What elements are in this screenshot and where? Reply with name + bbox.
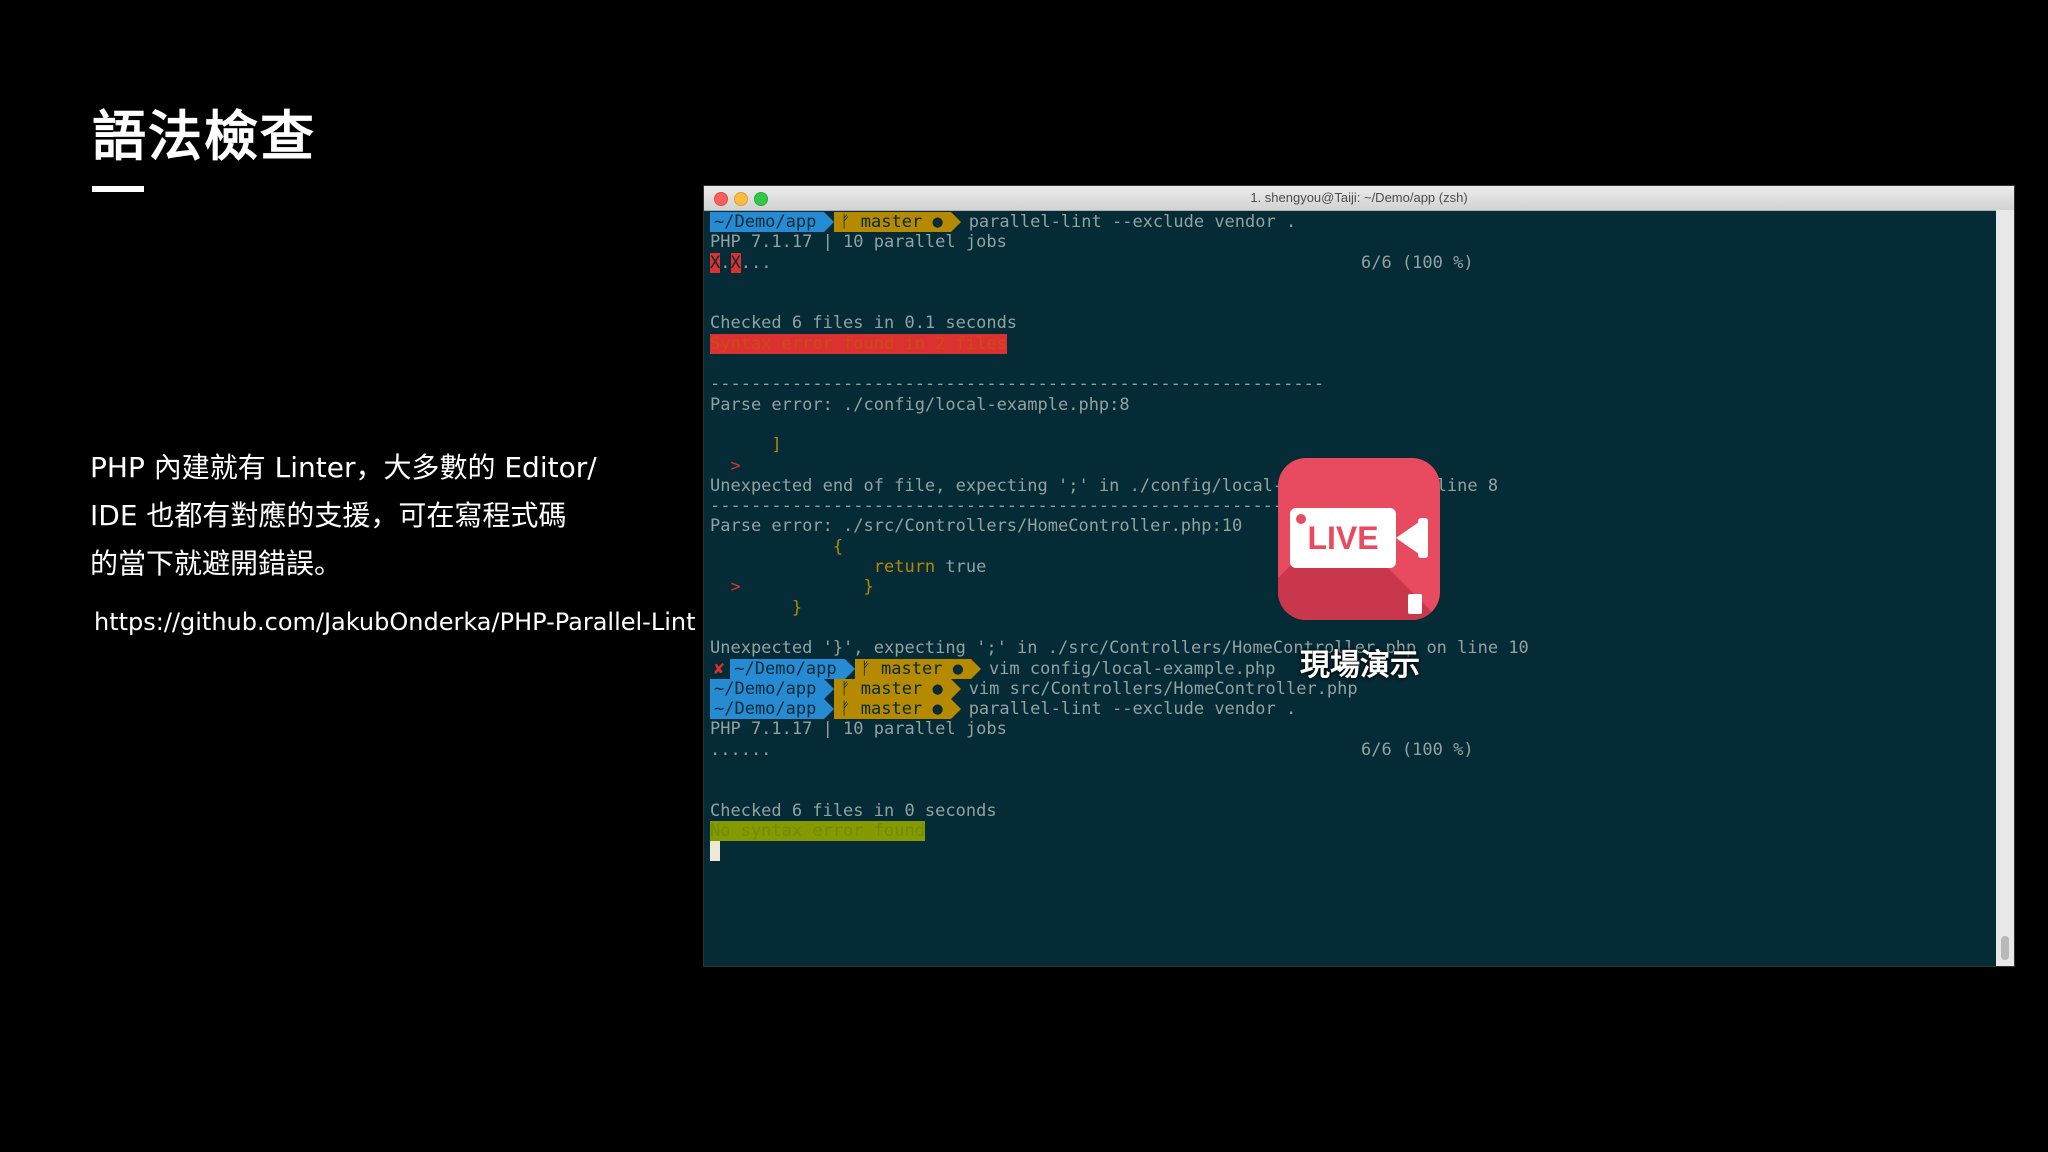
prompt-path: ~/Demo/app — [710, 212, 825, 232]
terminal-line: ----------------------------------------… — [710, 374, 1325, 395]
terminal-line: ...... 6/6 (100 %) — [710, 740, 1994, 760]
prompt-path: ~/Demo/app — [710, 678, 825, 699]
progress-count: 6/6 (100 %) — [1361, 252, 1474, 273]
code-keyword: return — [710, 557, 936, 578]
prompt-path: ~/Demo/app — [710, 699, 825, 720]
terminal-line: X.X... 6/6 (100 %) — [710, 252, 1994, 273]
camera-body-icon — [1418, 518, 1428, 558]
code-value: true — [935, 557, 987, 578]
lint-ok-mark: . — [720, 252, 731, 273]
command-text: vim config/local-example.php — [988, 658, 1276, 679]
prompt-git: ᚠ master ● — [834, 699, 951, 720]
live-caption: 現場演示 — [1300, 648, 1420, 683]
body-line: PHP 內建就有 Linter，大多數的 Editor/ — [90, 451, 597, 484]
live-badge: LIVE — [1290, 508, 1396, 568]
slide-body: PHP 內建就有 Linter，大多數的 Editor/ IDE 也都有對應的支… — [90, 444, 650, 588]
terminal-line[interactable] — [710, 841, 1994, 862]
prompt-git: ᚠ master ● — [834, 678, 951, 699]
terminal-line: Checked 6 files in 0 seconds — [710, 800, 997, 821]
body-line: IDE 也都有對應的支援，可在寫程式碼 — [90, 499, 567, 532]
progress-count: 6/6 (100 %) — [1361, 739, 1474, 760]
terminal-line: Syntax error found in 2 files — [710, 333, 1994, 354]
error-marker: > — [710, 577, 741, 598]
body-line: 的當下就避開錯誤。 — [90, 547, 343, 580]
github-link[interactable]: https://github.com/JakubOnderka/PHP-Para… — [94, 608, 696, 636]
prompt-git: ᚠ master ● — [834, 212, 951, 232]
terminal-scrollbar[interactable] — [1996, 210, 2014, 966]
lint-ok-marks: ... — [740, 252, 772, 273]
scrollbar-thumb[interactable] — [2001, 936, 2009, 960]
command-text: parallel-lint --exclude vendor . — [968, 212, 1297, 232]
terminal-line: Parse error: ./config/local-example.php:… — [710, 394, 1130, 415]
live-badge-text: LIVE — [1307, 520, 1379, 556]
terminal-line: ] — [710, 435, 782, 456]
prompt-path: ~/Demo/app — [730, 658, 845, 679]
live-stream-icon: LIVE — [1278, 458, 1440, 620]
usb-icon — [1408, 594, 1422, 614]
lint-error-mark: X — [730, 252, 741, 273]
title-underline — [92, 186, 144, 192]
failed-command-icon: ✘ — [710, 658, 731, 679]
no-error-banner: No syntax error found — [710, 820, 925, 841]
terminal-line: Checked 6 files in 0.1 seconds — [710, 313, 1018, 334]
window-title: 1. shengyou@Taiji: ~/Demo/app (zsh) — [1250, 190, 1468, 205]
slide-title: 語法檢查 — [92, 105, 316, 168]
lint-ok-marks: ...... — [710, 739, 772, 760]
terminal-line: ~/Demo/app ᚠ master ● parallel-lint --excl… — [710, 212, 1994, 232]
syntax-error-banner: Syntax error found in 2 files — [710, 333, 1007, 354]
terminal-titlebar[interactable]: 1. shengyou@Taiji: ~/Demo/app (zsh) — [704, 186, 2014, 211]
terminal-line: PHP 7.1.17 | 10 parallel jobs — [710, 232, 1007, 253]
lint-error-mark: X — [710, 252, 721, 273]
prompt-git: ᚠ master ● — [854, 658, 971, 679]
text-cursor[interactable] — [710, 841, 720, 862]
code-brace: } — [740, 577, 874, 598]
command-text: parallel-lint --exclude vendor . — [968, 699, 1297, 720]
terminal-line: No syntax error found — [710, 820, 1994, 841]
terminal-line: PHP 7.1.17 | 10 parallel jobs — [710, 719, 1007, 740]
terminal-line: ~/Demo/app ᚠ master ● parallel-lint --excl… — [710, 699, 1994, 720]
